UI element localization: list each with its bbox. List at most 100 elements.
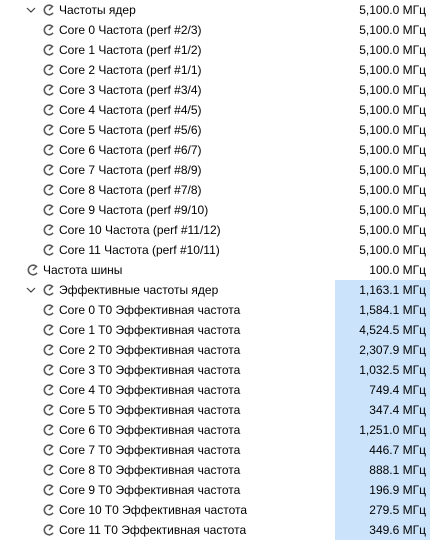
sensor-value: 349.6 МГц xyxy=(335,520,430,540)
sensor-value: 196.9 МГц xyxy=(335,480,430,500)
sensor-row[interactable]: Core 6 T0 Эффективная частота 1,251.0 МГц xyxy=(0,420,439,440)
sensor-value: 5,100.0 МГц xyxy=(359,23,426,37)
chevron-down-icon[interactable] xyxy=(25,280,37,300)
sensor-label: Core 0 T0 Эффективная частота xyxy=(59,303,241,317)
sensor-row[interactable]: Core 8 Частота (perf #7/8) 5,100.0 МГц xyxy=(0,180,439,200)
sensor-row[interactable]: Core 5 T0 Эффективная частота 347.4 МГц xyxy=(0,400,439,420)
group-label: Частоты ядер xyxy=(59,3,136,17)
sensor-row[interactable]: Core 8 T0 Эффективная частота 888.1 МГц xyxy=(0,460,439,480)
sensor-label: Core 5 Частота (perf #5/6) xyxy=(59,123,202,137)
sensor-value: 5,100.0 МГц xyxy=(359,163,426,177)
sensor-value: 5,100.0 МГц xyxy=(359,223,426,237)
sensor-row[interactable]: Core 1 T0 Эффективная частота 4,524.5 МГц xyxy=(0,320,439,340)
group-value: 1,163.1 МГц xyxy=(335,280,430,300)
sensor-value: 446.7 МГц xyxy=(335,440,430,460)
clock-gauge-icon xyxy=(42,400,56,420)
clock-gauge-icon xyxy=(42,500,56,520)
sensor-row[interactable]: Core 9 T0 Эффективная частота 196.9 МГц xyxy=(0,480,439,500)
clock-gauge-icon xyxy=(42,280,56,300)
sensor-value: 1,251.0 МГц xyxy=(335,420,430,440)
clock-gauge-icon xyxy=(42,340,56,360)
sensor-label: Core 1 T0 Эффективная частота xyxy=(59,323,241,337)
sensor-label: Core 0 Частота (perf #2/3) xyxy=(59,23,202,37)
sensor-row[interactable]: Core 4 T0 Эффективная частота 749.4 МГц xyxy=(0,380,439,400)
bus-clock-label: Частота шины xyxy=(43,263,123,277)
clock-gauge-icon xyxy=(42,360,56,380)
sensor-row[interactable]: Core 10 T0 Эффективная частота 279.5 МГц xyxy=(0,500,439,520)
sensor-value: 5,100.0 МГц xyxy=(359,203,426,217)
group-label: Эффективные частоты ядер xyxy=(59,283,219,297)
clock-gauge-icon xyxy=(42,140,56,160)
sensor-row[interactable]: Core 2 Частота (perf #1/1) 5,100.0 МГц xyxy=(0,60,439,80)
clock-gauge-icon xyxy=(42,20,56,40)
bus-clock-value: 100.0 МГц xyxy=(369,263,426,277)
sensor-row[interactable]: Core 11 Частота (perf #10/11) 5,100.0 МГц xyxy=(0,240,439,260)
sensor-row[interactable]: Core 3 Частота (perf #3/4) 5,100.0 МГц xyxy=(0,80,439,100)
sensor-value: 2,307.9 МГц xyxy=(335,340,430,360)
sensor-value: 5,100.0 МГц xyxy=(359,123,426,137)
sensor-row[interactable]: Core 5 Частота (perf #5/6) 5,100.0 МГц xyxy=(0,120,439,140)
sensor-row[interactable]: Core 1 Частота (perf #1/2) 5,100.0 МГц xyxy=(0,40,439,60)
clock-gauge-icon xyxy=(42,420,56,440)
sensor-label: Core 6 T0 Эффективная частота xyxy=(59,423,241,437)
group-effective-clocks[interactable]: Эффективные частоты ядер 1,163.1 МГц xyxy=(0,280,439,300)
chevron-down-icon[interactable] xyxy=(25,0,37,20)
clock-gauge-icon xyxy=(42,40,56,60)
sensor-row[interactable]: Core 0 T0 Эффективная частота 1,584.1 МГц xyxy=(0,300,439,320)
sensor-row[interactable]: Core 9 Частота (perf #9/10) 5,100.0 МГц xyxy=(0,200,439,220)
sensor-label: Core 7 Частота (perf #8/9) xyxy=(59,163,202,177)
sensor-label: Core 7 T0 Эффективная частота xyxy=(59,443,241,457)
sensor-value: 279.5 МГц xyxy=(335,500,430,520)
clock-gauge-icon xyxy=(42,220,56,240)
bus-clock-row[interactable]: Частота шины 100.0 МГц xyxy=(0,260,439,280)
sensor-label: Core 9 T0 Эффективная частота xyxy=(59,483,241,497)
sensor-value: 888.1 МГц xyxy=(335,460,430,480)
sensor-row[interactable]: Core 2 T0 Эффективная частота 2,307.9 МГц xyxy=(0,340,439,360)
clock-gauge-icon xyxy=(42,440,56,460)
sensor-label: Core 4 T0 Эффективная частота xyxy=(59,383,241,397)
group-value: 5,100.0 МГц xyxy=(359,3,426,17)
sensor-row[interactable]: Core 3 T0 Эффективная частота 1,032.5 МГц xyxy=(0,360,439,380)
sensor-value: 5,100.0 МГц xyxy=(359,243,426,257)
sensor-label: Core 3 T0 Эффективная частота xyxy=(59,363,241,377)
clock-gauge-icon xyxy=(42,320,56,340)
sensor-value: 4,524.5 МГц xyxy=(335,320,430,340)
sensor-row[interactable]: Core 7 Частота (perf #8/9) 5,100.0 МГц xyxy=(0,160,439,180)
clock-gauge-icon xyxy=(42,300,56,320)
sensor-value: 5,100.0 МГц xyxy=(359,143,426,157)
sensor-label: Core 11 Частота (perf #10/11) xyxy=(59,243,220,257)
clock-gauge-icon xyxy=(42,200,56,220)
sensor-label: Core 8 T0 Эффективная частота xyxy=(59,463,241,477)
sensor-tree: Частоты ядер 5,100.0 МГц Core 0 Частота … xyxy=(0,0,439,540)
clock-gauge-icon xyxy=(42,180,56,200)
clock-gauge-icon xyxy=(42,460,56,480)
sensor-row[interactable]: Core 7 T0 Эффективная частота 446.7 МГц xyxy=(0,440,439,460)
sensor-label: Core 8 Частота (perf #7/8) xyxy=(59,183,202,197)
sensor-label: Core 1 Частота (perf #1/2) xyxy=(59,43,202,57)
sensor-label: Core 2 T0 Эффективная частота xyxy=(59,343,241,357)
clock-gauge-icon xyxy=(42,380,56,400)
clock-gauge-icon xyxy=(42,100,56,120)
sensor-label: Core 3 Частота (perf #3/4) xyxy=(59,83,202,97)
sensor-value: 1,584.1 МГц xyxy=(335,300,430,320)
sensor-value: 5,100.0 МГц xyxy=(359,63,426,77)
sensor-value: 5,100.0 МГц xyxy=(359,183,426,197)
sensor-label: Core 5 T0 Эффективная частота xyxy=(59,403,241,417)
group-core-clocks[interactable]: Частоты ядер 5,100.0 МГц xyxy=(0,0,439,20)
clock-gauge-icon xyxy=(42,160,56,180)
sensor-value: 1,032.5 МГц xyxy=(335,360,430,380)
clock-gauge-icon xyxy=(42,120,56,140)
sensor-row[interactable]: Core 10 Частота (perf #11/12) 5,100.0 МГц xyxy=(0,220,439,240)
sensor-row[interactable]: Core 11 T0 Эффективная частота 349.6 МГц xyxy=(0,520,439,540)
sensor-value: 5,100.0 МГц xyxy=(359,83,426,97)
sensor-value: 749.4 МГц xyxy=(335,380,430,400)
clock-gauge-icon xyxy=(42,60,56,80)
sensor-row[interactable]: Core 6 Частота (perf #6/7) 5,100.0 МГц xyxy=(0,140,439,160)
clock-gauge-icon xyxy=(42,480,56,500)
clock-gauge-icon xyxy=(42,520,56,540)
sensor-row[interactable]: Core 0 Частота (perf #2/3) 5,100.0 МГц xyxy=(0,20,439,40)
sensor-row[interactable]: Core 4 Частота (perf #4/5) 5,100.0 МГц xyxy=(0,100,439,120)
sensor-label: Core 4 Частота (perf #4/5) xyxy=(59,103,202,117)
sensor-value: 5,100.0 МГц xyxy=(359,103,426,117)
sensor-label: Core 2 Частота (perf #1/1) xyxy=(59,63,202,77)
